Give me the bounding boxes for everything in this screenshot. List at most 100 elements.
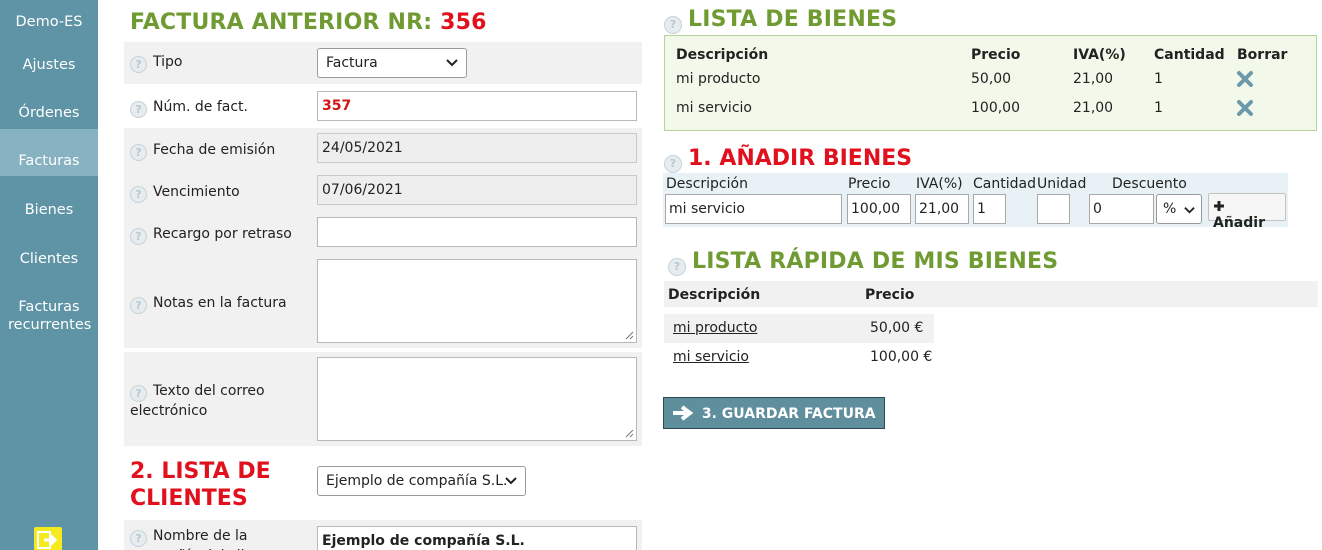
table-row-qty: 1 [1154, 71, 1163, 87]
due-date-input[interactable]: 07/06/2021 [317, 175, 637, 205]
resize-grip-icon[interactable] [624, 330, 634, 340]
discount-type-select[interactable]: % [1156, 194, 1202, 224]
help-icon[interactable]: ? [130, 144, 147, 161]
add-goods-form: Descripción Precio IVA(%) Cantidad Unida… [663, 173, 1288, 231]
invoice-number-input[interactable]: 357 [317, 91, 637, 121]
quick-list-header: ? LISTA RÁPIDA DE MIS BIENES [668, 249, 1058, 276]
quick-list-title: LISTA RÁPIDA DE MIS BIENES [692, 249, 1059, 274]
sidebar-item-ordenes[interactable]: Órdenes [0, 104, 98, 122]
add-unit-input[interactable] [1037, 194, 1070, 224]
sidebar-item-demo[interactable]: Demo-ES [0, 13, 98, 31]
close-icon[interactable] [1235, 69, 1255, 89]
help-icon[interactable]: ? [664, 155, 682, 173]
recargo-label: Recargo por retraso [153, 226, 292, 242]
table-row-vat: 21,00 [1073, 71, 1114, 87]
col-header-qty: Cantidad [1154, 47, 1225, 63]
sidebar-item-clientes[interactable]: Clientes [0, 250, 98, 268]
row-numero: ? Núm. de fact. 357 [124, 86, 642, 126]
quick-item-price: 50,00 € [870, 320, 924, 336]
help-icon[interactable]: ? [130, 186, 147, 203]
email-text-textarea[interactable] [317, 357, 637, 441]
resize-grip-icon[interactable] [624, 428, 634, 438]
add-vat-input[interactable]: 21,00 [915, 194, 969, 224]
add-goods-button[interactable]: Añadir [1208, 193, 1286, 231]
previous-invoice-number: 356 [440, 10, 487, 35]
add-desc-label: Descripción [666, 176, 748, 192]
arrow-right-icon [673, 405, 694, 421]
client-select[interactable]: Ejemplo de compañía S.L. [317, 466, 526, 496]
add-price-label: Precio [848, 176, 891, 192]
invoice-title-prefix: FACTURA ANTERIOR NR: [130, 10, 441, 35]
app-root: Demo-ES Ajustes Órdenes Facturas Bienes … [0, 0, 1322, 550]
add-goods-title: 1. AÑADIR BIENES [688, 146, 913, 171]
col-header-vat: IVA(%) [1073, 47, 1126, 63]
help-icon[interactable]: ? [130, 297, 147, 314]
add-price-input[interactable]: 100,00 [847, 194, 911, 224]
sidebar-item-bienes[interactable]: Bienes [0, 201, 98, 219]
sidebar-item-ajustes[interactable]: Ajustes [0, 56, 98, 74]
col-header-delete: Borrar [1237, 47, 1288, 63]
table-row-desc: mi producto [676, 71, 761, 87]
invoice-title: FACTURA ANTERIOR NR: 356 [130, 10, 487, 35]
add-desc-input[interactable]: mi servicio [665, 194, 842, 224]
add-discount-input[interactable]: 0 [1089, 194, 1154, 224]
goods-list-title: LISTA DE BIENES [688, 7, 898, 32]
table-row-price: 50,00 [971, 71, 1012, 87]
save-invoice-button[interactable]: 3. GUARDAR FACTURA [663, 397, 885, 429]
tipo-label: Tipo [153, 54, 183, 70]
sidebar-item-facturas-recurrentes[interactable]: Facturas recurrentes [0, 298, 98, 334]
add-discount-label: Descuento [1112, 176, 1187, 192]
vencimiento-label: Vencimiento [153, 184, 240, 200]
invoice-notes-textarea[interactable] [317, 259, 637, 343]
quick-item-price: 100,00 € [870, 349, 933, 365]
quick-item-link[interactable]: mi servicio [673, 349, 749, 365]
tipo-select[interactable]: Factura [317, 48, 467, 78]
add-qty-input[interactable]: 1 [973, 194, 1006, 224]
sidebar-item-facturas[interactable]: Facturas [0, 129, 98, 176]
row-company: ?Nombre de la compañía del cliente Ejemp… [124, 520, 642, 550]
row-correo: ? Texto del correo electrónico [124, 352, 642, 446]
table-row-price: 100,00 [971, 100, 1020, 116]
quick-col-price: Precio [865, 287, 915, 303]
chevron-down-icon [446, 59, 458, 67]
plus-icon [1214, 201, 1224, 211]
help-icon[interactable]: ? [130, 530, 147, 547]
close-icon[interactable] [1235, 98, 1255, 118]
help-icon[interactable]: ? [668, 258, 686, 276]
list-item: mi producto 50,00 € [664, 314, 934, 343]
col-header-price: Precio [971, 47, 1021, 63]
correo-label: Texto del correo electrónico [130, 383, 265, 419]
clients-title: 2. LISTA DE CLIENTES [130, 459, 271, 511]
help-icon[interactable]: ? [130, 385, 147, 402]
issue-date-input[interactable]: 24/05/2021 [317, 133, 637, 163]
row-tipo: ? Tipo Factura [124, 42, 642, 84]
company-name-input[interactable]: Ejemplo de compañía S.L. [317, 526, 637, 550]
add-qty-label: Cantidad [973, 176, 1036, 192]
help-icon[interactable]: ? [664, 16, 682, 34]
row-recargo: ? Recargo por retraso [124, 212, 642, 254]
arrow-right-icon [37, 531, 58, 549]
table-row-vat: 21,00 [1073, 100, 1114, 116]
late-fee-input[interactable] [317, 217, 637, 247]
add-unit-label: Unidad [1037, 176, 1087, 192]
col-header-desc: Descripción [676, 47, 769, 63]
help-icon[interactable]: ? [130, 101, 147, 118]
chevron-down-icon [1184, 207, 1195, 214]
goods-list-header: ? LISTA DE BIENES [664, 7, 897, 34]
quick-col-desc: Descripción [668, 287, 761, 303]
exit-icon[interactable] [34, 527, 62, 550]
fecha-label: Fecha de emisión [153, 142, 276, 158]
goods-list-table: Descripción Precio IVA(%) Cantidad Borra… [664, 35, 1317, 131]
notas-label: Notas en la factura [153, 295, 287, 311]
help-icon[interactable]: ? [130, 56, 147, 73]
add-goods-header: ? 1. AÑADIR BIENES [664, 146, 912, 173]
sidebar: Demo-ES Ajustes Órdenes Facturas Bienes … [0, 0, 98, 550]
row-notas: ? Notas en la factura [124, 254, 642, 348]
quick-item-link[interactable]: mi producto [673, 320, 757, 336]
help-icon[interactable]: ? [130, 228, 147, 245]
table-row-qty: 1 [1154, 100, 1163, 116]
quick-list-table-header: Descripción Precio [664, 281, 1318, 307]
row-vencimiento: ? Vencimiento 07/06/2021 [124, 170, 642, 212]
numero-label: Núm. de fact. [153, 99, 248, 115]
row-fecha: ? Fecha de emisión 24/05/2021 [124, 128, 642, 170]
